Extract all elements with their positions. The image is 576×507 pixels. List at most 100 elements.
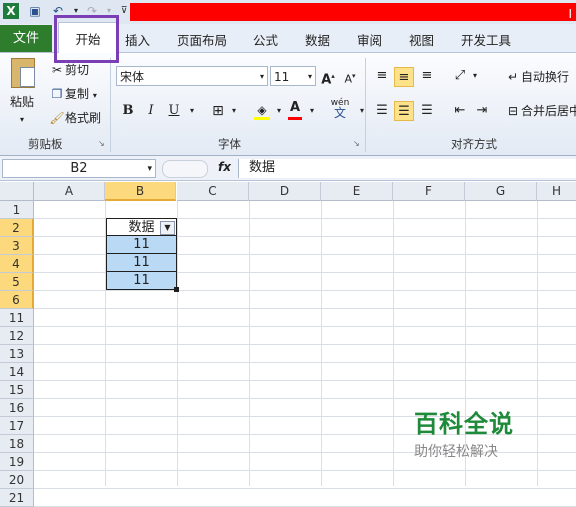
row-gridline — [34, 470, 576, 471]
row-gridline — [34, 488, 576, 489]
row-header-15[interactable]: 15 — [0, 381, 34, 399]
row-header-4[interactable]: 4 — [0, 255, 34, 273]
shrink-font-icon[interactable]: A▾ — [340, 66, 360, 86]
column-header-a[interactable]: A — [34, 182, 105, 201]
fill-handle[interactable] — [174, 287, 179, 292]
insert-function-icon[interactable]: fx — [218, 160, 231, 174]
name-box-value: B2 — [70, 161, 88, 176]
tab-view[interactable]: 视图 — [409, 30, 434, 49]
row-gridline — [34, 380, 576, 381]
tab-data[interactable]: 数据 — [305, 30, 330, 49]
font-name-box[interactable]: 宋体 ▾ — [116, 66, 268, 86]
name-box-dropdown-icon[interactable]: ▾ — [147, 160, 152, 178]
column-header-e[interactable]: E — [321, 182, 393, 201]
paste-icon[interactable] — [11, 58, 35, 88]
wrap-text-icon: ↵ — [507, 70, 519, 84]
row-gridline — [34, 344, 576, 345]
tab-page-layout[interactable]: 页面布局 — [177, 30, 227, 49]
column-gridline — [537, 201, 538, 486]
column-header-d[interactable]: D — [249, 182, 321, 201]
tab-insert[interactable]: 插入 — [125, 30, 150, 49]
italic-button[interactable]: I — [141, 101, 161, 121]
window-title: I — [568, 7, 572, 21]
row-gridline — [34, 362, 576, 363]
alignment-group-label: 对齐方式 — [451, 137, 497, 151]
excel-logo-icon: X — [3, 3, 19, 19]
row-header-17[interactable]: 17 — [0, 417, 34, 435]
tab-developer[interactable]: 开发工具 — [461, 30, 511, 49]
tab-file[interactable]: 文件 — [0, 25, 52, 52]
font-size-dropdown-icon[interactable]: ▾ — [308, 67, 312, 87]
align-left-icon[interactable]: ☰ — [372, 101, 392, 121]
table-row[interactable]: 11 — [106, 236, 177, 254]
font-color-dropdown-icon[interactable]: ▾ — [302, 101, 322, 121]
row-header-16[interactable]: 16 — [0, 399, 34, 417]
copy-label: 复制 — [65, 87, 90, 101]
align-center-icon[interactable]: ☰ — [394, 101, 414, 121]
row-header-14[interactable]: 14 — [0, 363, 34, 381]
increase-indent-icon[interactable]: ⇥ — [472, 101, 492, 121]
select-all-corner[interactable] — [0, 182, 34, 201]
tab-formulas[interactable]: 公式 — [253, 30, 278, 49]
paste-dropdown-icon[interactable]: ▾ — [20, 110, 24, 130]
column-header-h[interactable]: H — [537, 182, 576, 201]
phonetic-dropdown-icon[interactable]: ▾ — [352, 101, 372, 121]
row-header-21[interactable]: 21 — [0, 489, 34, 507]
row-header-11[interactable]: 11 — [0, 309, 34, 327]
wrap-text-button[interactable]: ↵ 自动换行 — [505, 67, 569, 87]
grow-font-icon[interactable]: A▴ — [318, 66, 338, 87]
clipboard-launcher-icon[interactable]: ↘ — [98, 139, 105, 148]
align-bottom-icon[interactable]: ≡ — [417, 66, 437, 86]
column-header-g[interactable]: G — [465, 182, 537, 201]
cell-b2-header[interactable]: 数据 ▼ — [106, 218, 177, 236]
formula-bar-splitter[interactable] — [162, 160, 208, 178]
font-size-box[interactable]: 11 ▾ — [270, 66, 316, 86]
format-painter-label: 格式刷 — [65, 111, 102, 125]
name-box[interactable]: B2 ▾ — [2, 159, 156, 178]
font-launcher-icon[interactable]: ↘ — [353, 139, 360, 148]
align-right-icon[interactable]: ☰ — [417, 101, 437, 121]
row-header-5[interactable]: 5 — [0, 273, 34, 291]
copy-icon: ❐ — [51, 87, 63, 101]
ribbon-separator — [365, 58, 366, 152]
underline-dropdown-icon[interactable]: ▾ — [182, 101, 202, 121]
orientation-dropdown-icon[interactable]: ▾ — [465, 66, 485, 86]
row-header-18[interactable]: 18 — [0, 435, 34, 453]
row-header-12[interactable]: 12 — [0, 327, 34, 345]
merge-center-button[interactable]: ⊟ 合并后居中 — [505, 101, 576, 121]
paste-button[interactable]: 粘贴 — [10, 92, 34, 112]
column-header-f[interactable]: F — [393, 182, 465, 201]
align-top-icon[interactable]: ≡ — [372, 66, 392, 86]
formula-input[interactable]: 数据 — [238, 159, 576, 178]
borders-dropdown-icon[interactable]: ▾ — [224, 101, 244, 121]
decrease-indent-icon[interactable]: ⇤ — [450, 101, 470, 121]
align-middle-icon[interactable]: ≡ — [394, 67, 414, 87]
watermark: 百科全说 助你轻松解决 — [414, 404, 514, 461]
row-header-20[interactable]: 20 — [0, 471, 34, 489]
row-header-2[interactable]: 2 — [0, 219, 34, 237]
column-gridline — [177, 201, 178, 486]
tab-review[interactable]: 审阅 — [357, 30, 382, 49]
row-header-1[interactable]: 1 — [0, 201, 34, 219]
filter-dropdown-icon[interactable]: ▼ — [160, 221, 175, 235]
cut-button[interactable]: ✂ 剪切 — [49, 60, 89, 80]
row-header-19[interactable]: 19 — [0, 453, 34, 471]
table-row[interactable]: 11 — [106, 254, 177, 272]
row-header-13[interactable]: 13 — [0, 345, 34, 363]
merge-center-icon: ⊟ — [507, 104, 519, 118]
column-gridline — [321, 201, 322, 486]
table-row[interactable]: 11 — [106, 272, 177, 290]
row-header-6[interactable]: 6 — [0, 291, 34, 309]
column-header-b[interactable]: B — [105, 182, 176, 201]
column-header-c[interactable]: C — [177, 182, 249, 201]
save-icon[interactable]: ▣ — [27, 3, 43, 19]
phonetic-icon[interactable]: wén 文 — [327, 98, 353, 119]
underline-button[interactable]: U — [164, 101, 184, 121]
format-painter-button[interactable]: 🖌格式刷 — [49, 108, 101, 128]
copy-button[interactable]: ❐ 复制 ▾ — [49, 84, 97, 104]
scissors-icon: ✂ — [51, 63, 63, 77]
bold-button[interactable]: B — [118, 101, 138, 121]
row-header-3[interactable]: 3 — [0, 237, 34, 255]
copy-dropdown-icon[interactable]: ▾ — [93, 91, 97, 100]
font-name-dropdown-icon[interactable]: ▾ — [260, 67, 264, 87]
